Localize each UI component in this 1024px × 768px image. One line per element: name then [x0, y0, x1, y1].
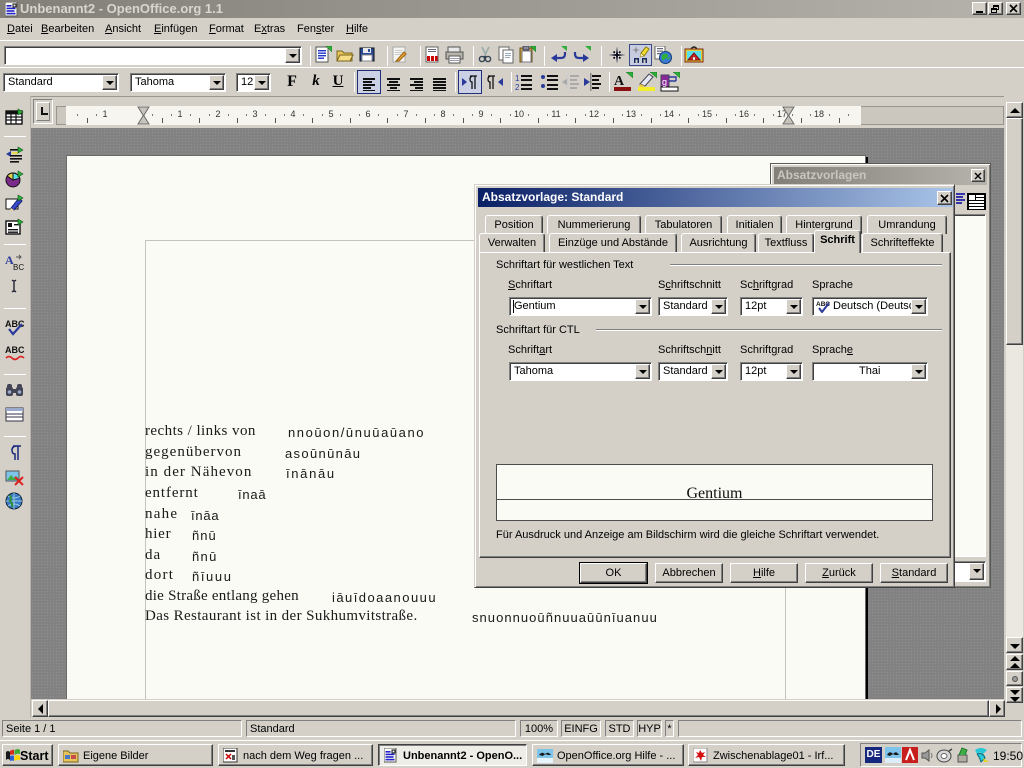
svg-text:2: 2: [515, 83, 520, 91]
svg-text:A: A: [614, 74, 625, 89]
svg-text:BC: BC: [13, 263, 24, 272]
svg-text:ABC: ABC: [5, 345, 25, 355]
svg-text:g: g: [662, 77, 667, 87]
svg-text:1: 1: [515, 74, 520, 83]
